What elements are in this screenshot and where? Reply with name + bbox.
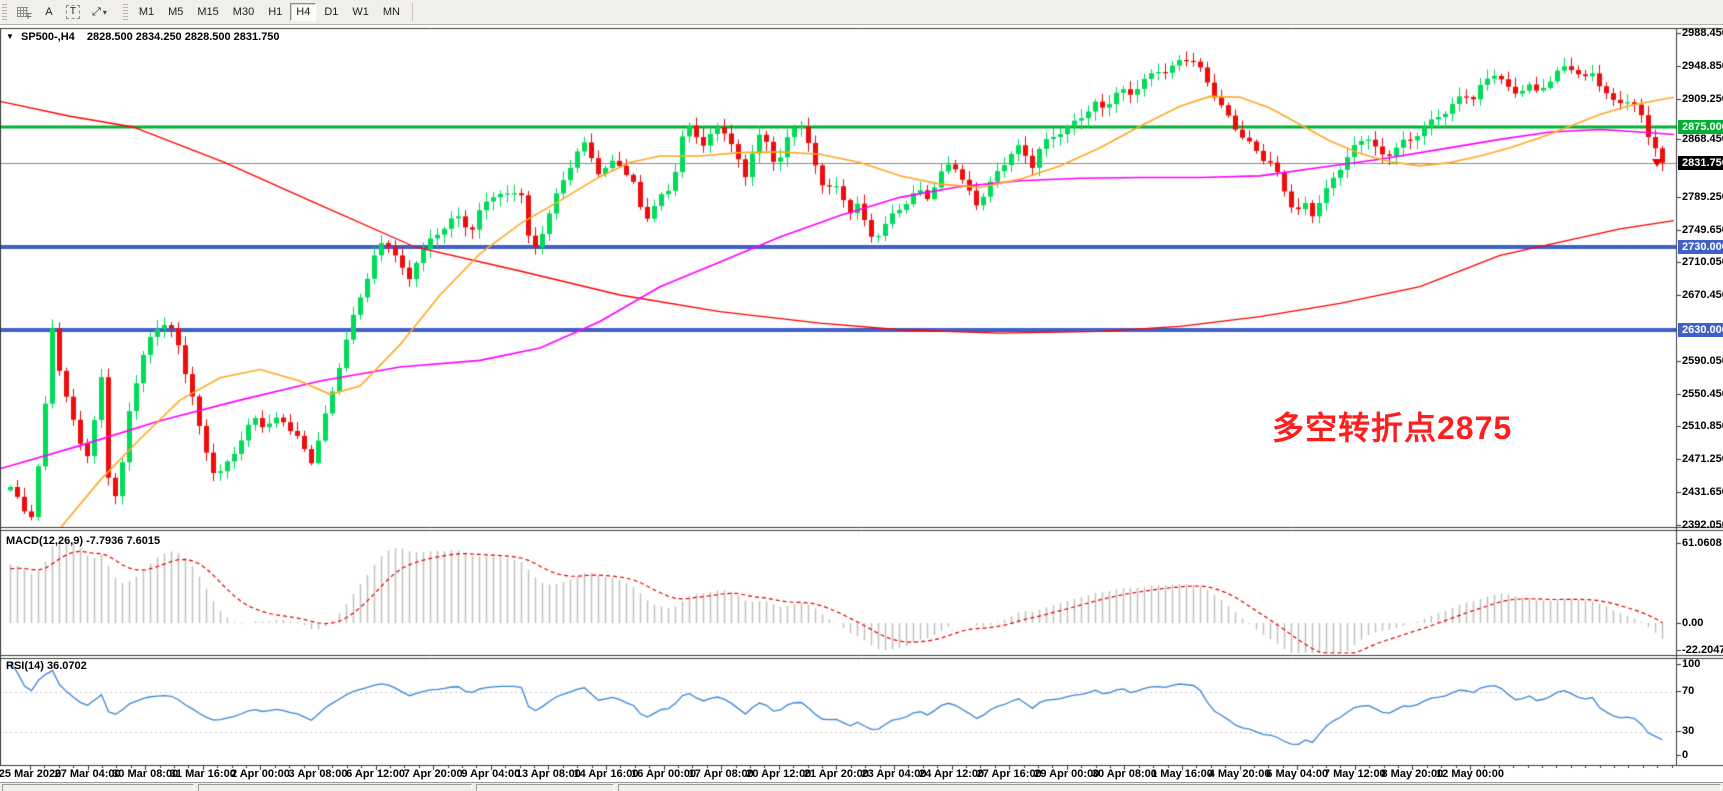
timeframe-button-group: M1M5M15M30H1H4D1W1MN [132,3,407,21]
price-chart-canvas[interactable] [0,0,1723,791]
text-box-tool-button[interactable]: T [61,2,85,22]
f-label: F [27,12,32,21]
trading-platform-window: F A T ⤢ ▾ M1M5M15M30H1H4D1W1MN ▼ SP500-,… [0,0,1723,791]
timeframe-button-m1[interactable]: M1 [133,3,160,21]
status-bar [0,782,1723,791]
toolbar-grip[interactable] [2,4,7,20]
letter-a-icon: A [45,6,52,18]
status-cell-4 [618,784,1721,791]
timeframe-button-h1[interactable]: H1 [262,3,288,21]
timeframe-toolbar-grip[interactable] [123,4,128,20]
chevron-down-icon: ▾ [101,8,109,17]
timeframe-button-m5[interactable]: M5 [162,3,189,21]
grid-f-tool-button[interactable]: F [12,2,37,22]
text-annotation-tool-button[interactable]: A [39,2,59,22]
timeframe-button-m15[interactable]: M15 [191,3,224,21]
timeframe-button-m30[interactable]: M30 [227,3,260,21]
timeframe-button-mn[interactable]: MN [377,3,406,21]
status-cell-1 [2,784,194,791]
toolbar-separator [412,3,413,21]
status-cell-3 [476,784,614,791]
top-toolbar: F A T ⤢ ▾ M1M5M15M30H1H4D1W1MN [0,0,1723,25]
arrows-tool-button[interactable]: ⤢ ▾ [87,2,114,22]
status-cell-2 [198,784,472,791]
diagonal-arrows-icon: ⤢ [92,6,101,19]
letter-t-icon: T [66,5,80,19]
timeframe-button-h4[interactable]: H4 [290,3,316,21]
timeframe-button-d1[interactable]: D1 [318,3,344,21]
timeframe-button-w1[interactable]: W1 [346,3,375,21]
